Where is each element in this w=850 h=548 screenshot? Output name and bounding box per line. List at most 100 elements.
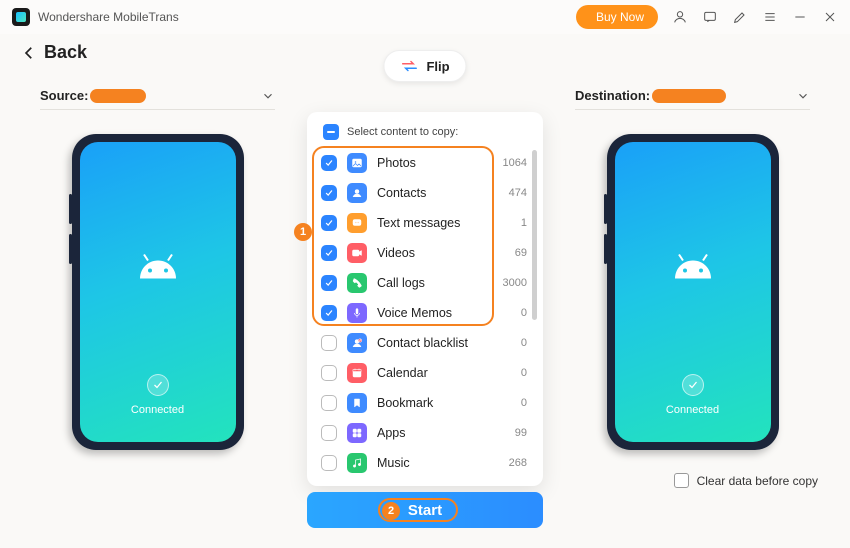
item-checkbox[interactable] (321, 185, 337, 201)
android-icon (669, 251, 717, 286)
item-count: 1064 (503, 157, 527, 169)
item-count: 474 (509, 187, 527, 199)
flip-button[interactable]: Flip (383, 50, 466, 82)
item-label: Bookmark (377, 396, 511, 410)
item-checkbox[interactable] (321, 305, 337, 321)
item-checkbox[interactable] (321, 275, 337, 291)
item-count: 3000 (503, 277, 527, 289)
start-label: Start (408, 502, 442, 519)
content-panel: Select content to copy: Photos 1064 Contac… (307, 112, 543, 486)
app-logo (12, 8, 30, 26)
item-checkbox[interactable] (321, 455, 337, 471)
content-item-blacklist[interactable]: Contact blacklist 0 (321, 328, 531, 358)
content-item-apps[interactable]: Apps 99 (321, 418, 531, 448)
app-title: Wondershare MobileTrans (38, 10, 179, 24)
source-selector[interactable]: Source: (40, 88, 275, 110)
minimize-icon[interactable] (792, 9, 808, 25)
back-label: Back (44, 42, 87, 63)
content-item-contacts[interactable]: Contacts 474 (321, 178, 531, 208)
source-status: Connected (131, 404, 184, 416)
scrollbar[interactable] (532, 150, 537, 320)
destination-column: Destination: Connected (575, 88, 810, 450)
item-label: Photos (377, 156, 493, 170)
flip-icon (400, 59, 418, 73)
content-item-photos[interactable]: Photos 1064 (321, 148, 531, 178)
item-label: Videos (377, 246, 505, 260)
edit-icon[interactable] (732, 9, 748, 25)
check-icon (682, 374, 704, 396)
content-item-messages[interactable]: Text messages 1 (321, 208, 531, 238)
clear-data-checkbox[interactable]: Clear data before copy (674, 473, 818, 488)
content-item-calendar[interactable]: Calendar 0 (321, 358, 531, 388)
destination-selector[interactable]: Destination: (575, 88, 810, 110)
blacklist-icon (347, 333, 367, 353)
item-checkbox[interactable] (321, 155, 337, 171)
item-label: Contacts (377, 186, 499, 200)
item-checkbox[interactable] (321, 395, 337, 411)
feedback-icon[interactable] (702, 9, 718, 25)
destination-device-name (652, 89, 726, 103)
content-item-bookmark[interactable]: Bookmark 0 (321, 388, 531, 418)
contacts-icon (347, 183, 367, 203)
callout-badge-1: 1 (294, 223, 312, 241)
buy-now-button[interactable]: Buy Now (576, 5, 658, 29)
chevron-down-icon (261, 89, 275, 103)
calllogs-icon (347, 273, 367, 293)
item-label: Text messages (377, 216, 511, 230)
item-count: 69 (515, 247, 527, 259)
music-icon (347, 453, 367, 473)
item-label: Music (377, 456, 499, 470)
voice-icon (347, 303, 367, 323)
item-count: 99 (515, 427, 527, 439)
messages-icon (347, 213, 367, 233)
content-item-videos[interactable]: Videos 69 (321, 238, 531, 268)
check-icon (147, 374, 169, 396)
bookmark-icon (347, 393, 367, 413)
item-count: 0 (521, 397, 527, 409)
menu-icon[interactable] (762, 9, 778, 25)
item-count: 268 (509, 457, 527, 469)
content-item-music[interactable]: Music 268 (321, 448, 531, 478)
start-button[interactable]: Start (307, 492, 543, 528)
checkbox-box (674, 473, 689, 488)
item-checkbox[interactable] (321, 425, 337, 441)
clear-data-label: Clear data before copy (697, 474, 818, 488)
account-icon[interactable] (672, 9, 688, 25)
select-content-label: Select content to copy: (347, 126, 458, 138)
destination-status: Connected (666, 404, 719, 416)
title-bar: Wondershare MobileTrans Buy Now (0, 0, 850, 34)
source-phone: Connected (72, 134, 244, 450)
apps-icon (347, 423, 367, 443)
destination-phone: Connected (607, 134, 779, 450)
item-label: Contact blacklist (377, 336, 511, 350)
item-checkbox[interactable] (321, 245, 337, 261)
calendar-icon (347, 363, 367, 383)
item-checkbox[interactable] (321, 335, 337, 351)
source-device-name (90, 89, 146, 103)
item-checkbox[interactable] (321, 365, 337, 381)
item-label: Apps (377, 426, 505, 440)
photos-icon (347, 153, 367, 173)
item-count: 1 (521, 217, 527, 229)
content-item-calllogs[interactable]: Call logs 3000 (321, 268, 531, 298)
source-column: Source: Connected (40, 88, 275, 450)
back-button[interactable]: Back (20, 42, 87, 63)
close-icon[interactable] (822, 9, 838, 25)
android-icon (134, 251, 182, 286)
item-label: Calendar (377, 366, 511, 380)
item-label: Voice Memos (377, 306, 511, 320)
videos-icon (347, 243, 367, 263)
select-all-checkbox[interactable] (323, 124, 339, 140)
item-count: 0 (521, 307, 527, 319)
flip-label: Flip (426, 59, 449, 74)
destination-label: Destination: (575, 88, 650, 103)
chevron-down-icon (796, 89, 810, 103)
item-count: 0 (521, 367, 527, 379)
item-label: Call logs (377, 276, 493, 290)
item-checkbox[interactable] (321, 215, 337, 231)
content-item-voice[interactable]: Voice Memos 0 (321, 298, 531, 328)
item-count: 0 (521, 337, 527, 349)
callout-badge-2: 2 (382, 502, 400, 520)
buy-now-label: Buy Now (596, 10, 644, 24)
source-label: Source: (40, 88, 88, 103)
